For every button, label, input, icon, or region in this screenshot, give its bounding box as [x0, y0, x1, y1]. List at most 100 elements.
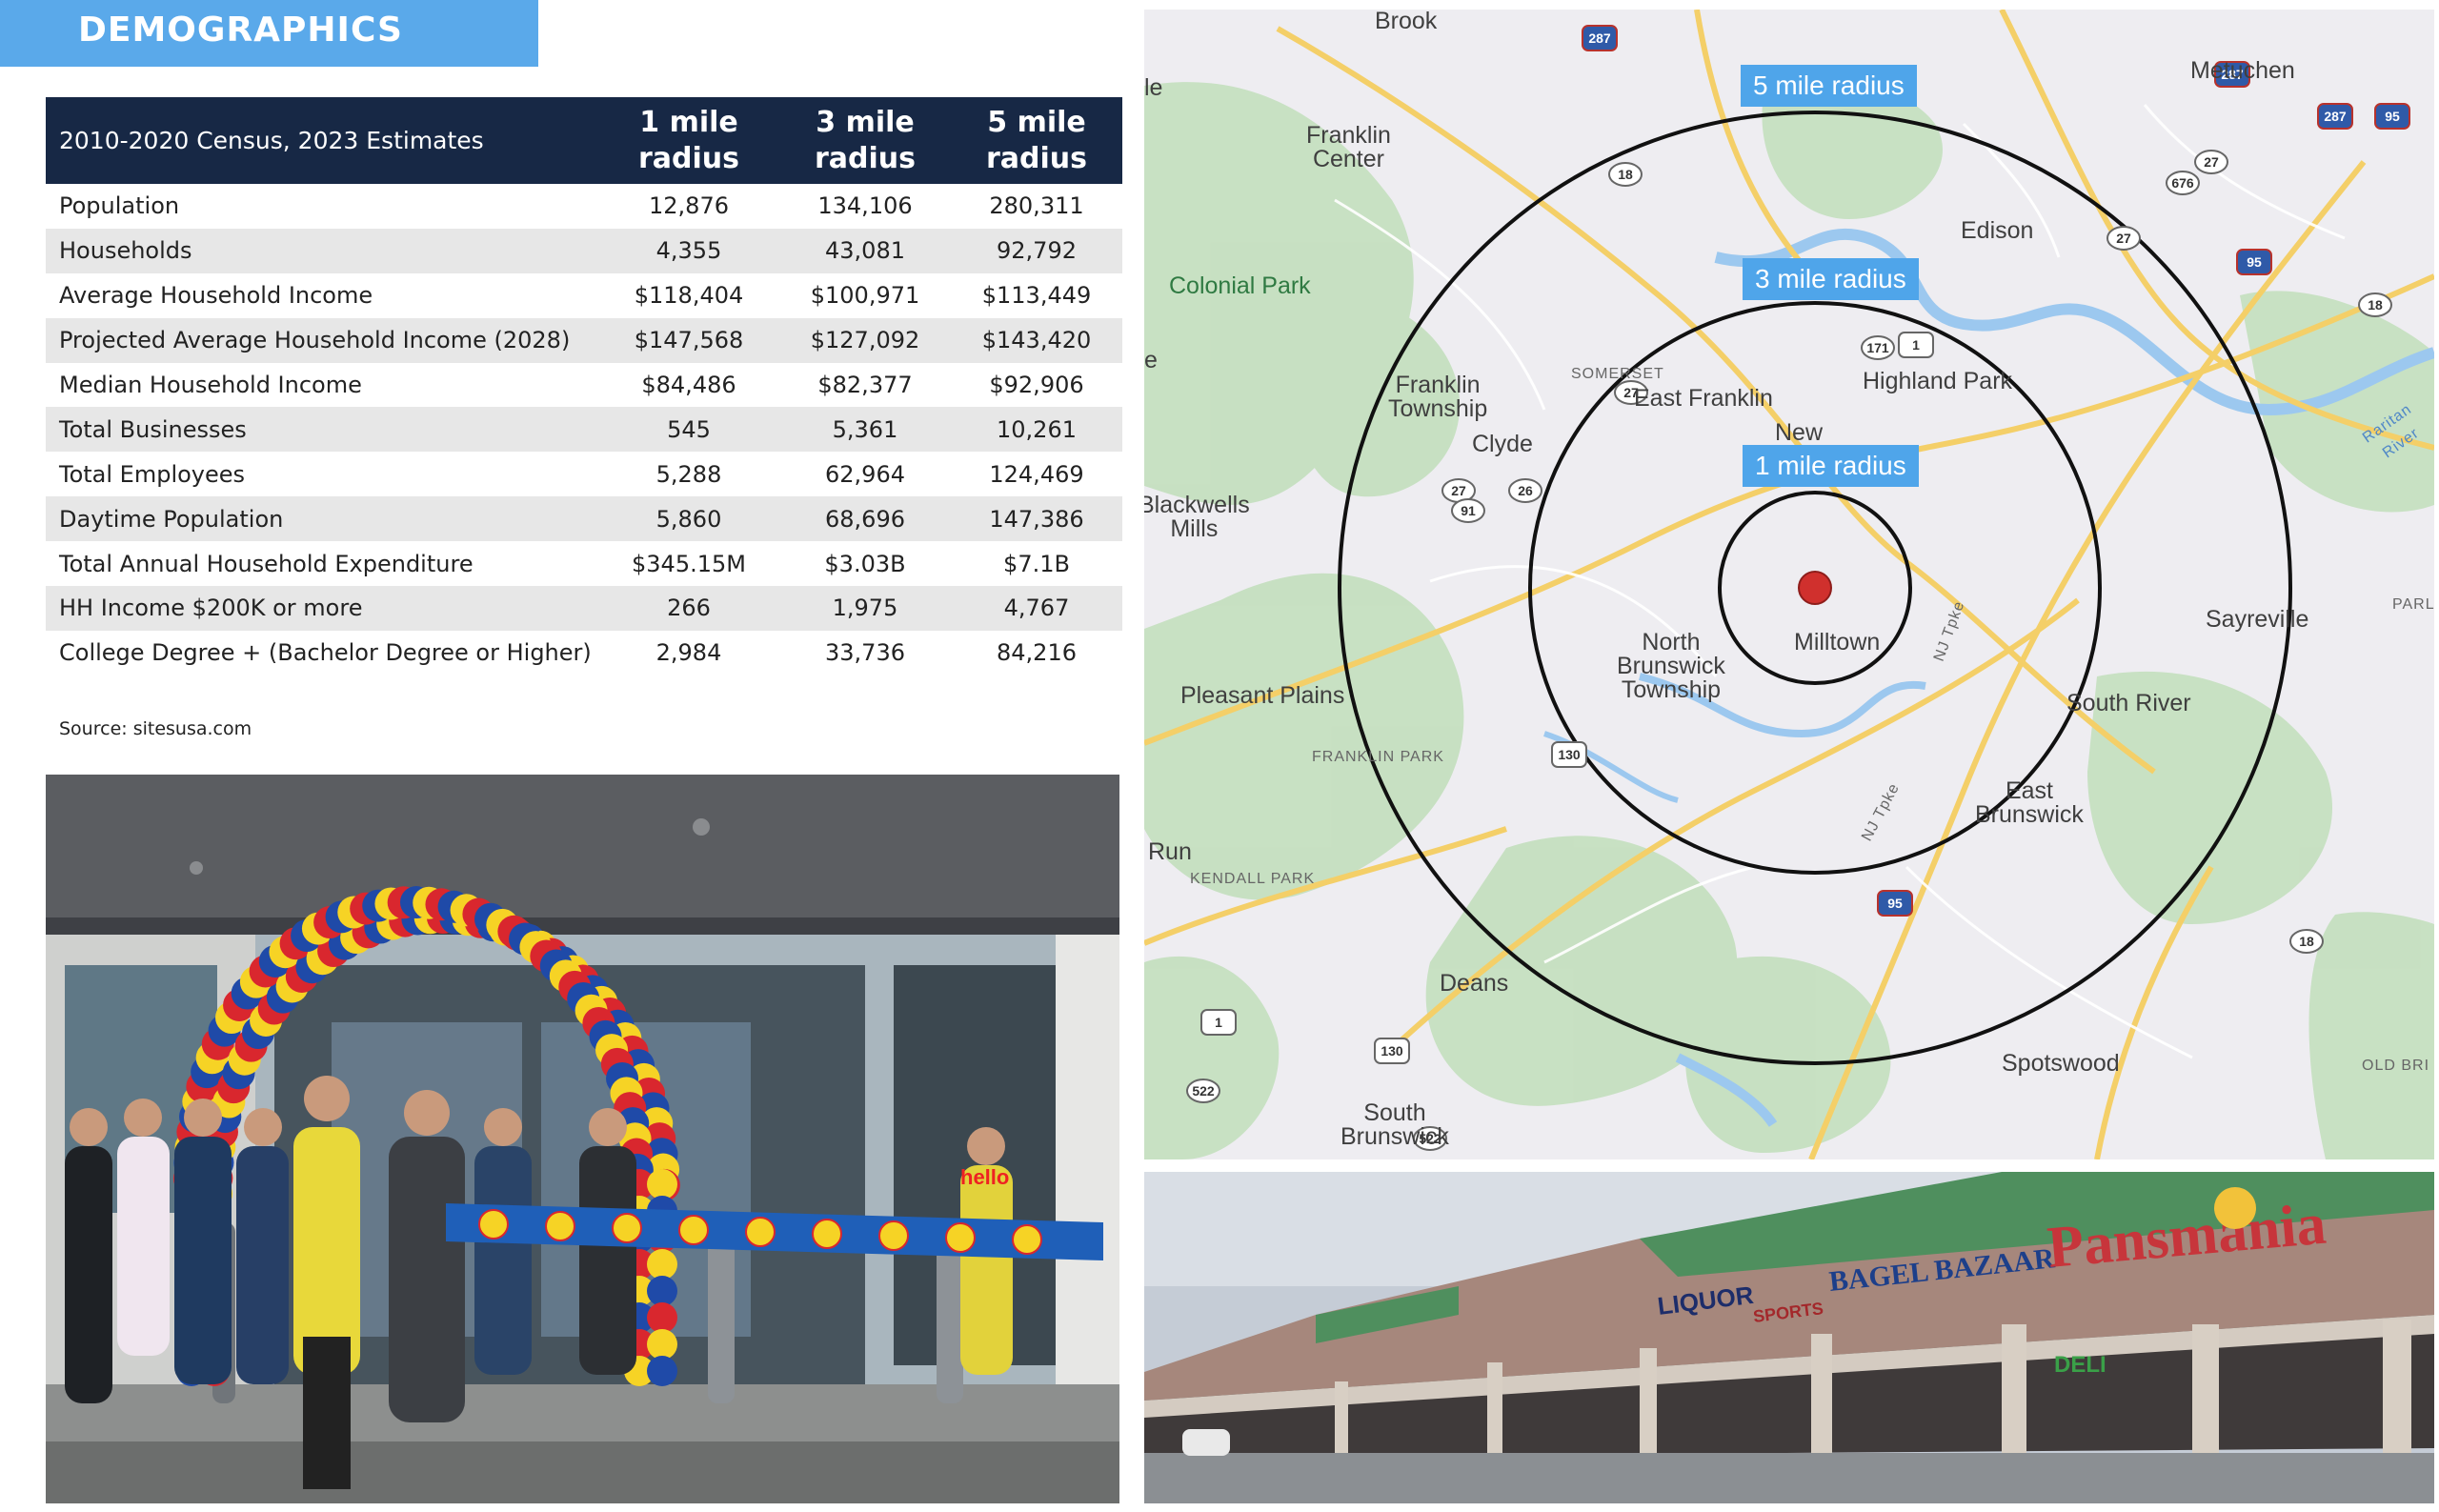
lidl-logo-icon — [745, 1217, 776, 1247]
row-label: Total Annual Household Expenditure — [59, 550, 474, 577]
hello-sign-text: hello — [960, 1165, 1009, 1189]
row-value: $113,449 — [981, 282, 1092, 310]
route-shield-label: 91 — [1461, 503, 1476, 518]
place-franklin-center: Franklin Center — [1306, 122, 1391, 172]
row-value: 4,355 — [655, 237, 722, 265]
route-shield-label: 18 — [2368, 297, 2383, 312]
row-value: 266 — [667, 595, 711, 622]
place-north-brunswick: North Brunswick Township — [1617, 629, 1725, 703]
route-shield-label: 130 — [1381, 1043, 1403, 1058]
row-value: $7.1B — [1003, 550, 1070, 577]
row-value: 33,736 — [825, 639, 905, 667]
table-row: Median Household Income $84,486 $82,377 $92… — [46, 363, 1122, 408]
lidl-logo-icon — [545, 1211, 575, 1241]
table-row: Total Employees 5,288 62,964 124,469 — [46, 452, 1122, 496]
row-value: 147,386 — [989, 505, 1084, 533]
balloon — [647, 1276, 677, 1306]
lidl-logo-icon — [478, 1209, 509, 1240]
row-value: 84,216 — [997, 639, 1077, 667]
route-shield-label: 95 — [2385, 109, 2400, 124]
row-value: $147,568 — [634, 327, 744, 354]
row-value: $118,404 — [634, 282, 744, 310]
row-value: 1,975 — [832, 595, 898, 622]
table-row: HH Income $200K or more 266 1,975 4,767 — [46, 586, 1122, 631]
demographics-table-wrap: 2010-2020 Census, 2023 Estimates 1 mile r… — [46, 97, 1122, 675]
row-value: 92,792 — [997, 237, 1077, 265]
route-shield-label: 130 — [1558, 747, 1581, 762]
table-row: College Degree + (Bachelor Degree or Hig… — [46, 631, 1122, 675]
source-note: Source: sitesusa.com — [59, 718, 252, 739]
balloon — [647, 1356, 677, 1386]
row-value: 5,860 — [655, 505, 722, 533]
table-header: 2010-2020 Census, 2023 Estimates 1 mile r… — [46, 97, 1122, 184]
header-radius-1: 1 mile radius — [637, 105, 739, 175]
radius-tag-1-mile: 1 mile radius — [1743, 445, 1919, 487]
sign-deli: DELI — [2054, 1352, 2106, 1378]
table-row: Total Annual Household Expenditure $345.1… — [46, 541, 1122, 586]
row-label: Median Household Income — [59, 372, 362, 398]
table-row: Total Businesses 545 5,361 10,261 — [46, 407, 1122, 453]
balloon — [647, 1249, 677, 1280]
table-row: Households 4,355 43,081 92,792 — [46, 228, 1122, 273]
row-label: Daytime Population — [59, 505, 284, 533]
lidl-logo-icon — [678, 1215, 709, 1245]
route-shield-label: 1 — [1912, 337, 1920, 353]
row-value: 10,261 — [997, 415, 1077, 443]
table-row: Average Household Income $118,404 $100,971… — [46, 273, 1122, 318]
lidl-logo-icon — [812, 1219, 842, 1249]
radius-tag-5-mile: 5 mile radius — [1741, 65, 1917, 107]
row-value: $143,420 — [981, 327, 1092, 354]
row-label: Projected Average Household Income (2028… — [59, 327, 571, 354]
place-franklin-township: Franklin Township — [1388, 372, 1488, 422]
place-milltown: Milltown — [1794, 629, 1881, 655]
row-value: $92,906 — [989, 372, 1084, 398]
route-shield-label: 287 — [2324, 109, 2347, 124]
table-body: Population 12,876 134,106 280,311 Households… — [46, 184, 1122, 675]
table-row: Projected Average Household Income (2028… — [46, 317, 1122, 363]
row-value: 4,767 — [1003, 595, 1070, 622]
row-label: HH Income $200K or more — [59, 595, 363, 622]
place-east-brunswick: East Brunswick — [1975, 777, 2084, 828]
place-run: Run — [1148, 838, 1192, 865]
place-east-franklin: East Franklin — [1634, 385, 1773, 412]
route-shield-label: 27 — [2116, 231, 2131, 246]
row-value: $345.15M — [632, 550, 746, 577]
balloon — [647, 1329, 677, 1360]
place-south-river: South River — [2066, 690, 2191, 716]
place-spotswood: Spotswood — [2002, 1050, 2120, 1077]
header-census-label: 2010-2020 Census, 2023 Estimates — [59, 126, 484, 154]
place-metuchen: Metuchen — [2190, 57, 2295, 84]
row-label: College Degree + (Bachelor Degree or Hig… — [59, 639, 592, 667]
row-value: $127,092 — [810, 327, 920, 354]
route-shield-label: 27 — [1451, 483, 1466, 498]
row-label: Total Employees — [59, 460, 246, 488]
header-radius-2: 3 mile radius — [814, 105, 916, 175]
row-value: 68,696 — [825, 505, 905, 533]
route-shield-label: 18 — [2299, 934, 2314, 949]
balloon — [647, 1302, 677, 1333]
place-franklin-park: FRANKLIN PARK — [1312, 749, 1444, 765]
place-kendall-park: KENDALL PARK — [1190, 871, 1316, 887]
radius-map: 287 287 287 95 27 676 18 27 27 95 18 171 1 91 26 27 130 9… — [1144, 10, 2434, 1159]
place-highland-park: Highland Park — [1863, 368, 2013, 394]
shopping-plaza-photo: BAGEL BAZAAR Pansmania LIQUOR DELI SPORT… — [1144, 1172, 2434, 1503]
place-new: New — [1775, 419, 1824, 446]
place-edison: Edison — [1961, 217, 2034, 244]
ribbon-cutting-photo: hello — [46, 775, 1119, 1503]
row-value: 2,984 — [655, 639, 722, 667]
row-value: $3.03B — [824, 550, 906, 577]
place-clyde: Clyde — [1472, 431, 1533, 457]
place-le-edge: le — [1144, 74, 1163, 101]
balloon — [647, 1169, 677, 1200]
route-shield-label: 26 — [1518, 483, 1533, 498]
place-sayreville: Sayreville — [2206, 606, 2309, 633]
place-blackwells-mills: Blackwells Mills — [1144, 492, 1250, 542]
demographics-table: 2010-2020 Census, 2023 Estimates 1 mile r… — [46, 97, 1122, 675]
place-deans: Deans — [1440, 970, 1509, 997]
place-e-edge: e — [1144, 347, 1158, 373]
place-south-brunswick: South Brunswick — [1340, 1099, 1449, 1150]
route-shield-label: 95 — [1887, 896, 1903, 911]
place-colonial-park: Colonial Park — [1169, 272, 1311, 299]
route-shield-label: 27 — [2204, 154, 2219, 170]
row-value: 280,311 — [989, 192, 1084, 220]
